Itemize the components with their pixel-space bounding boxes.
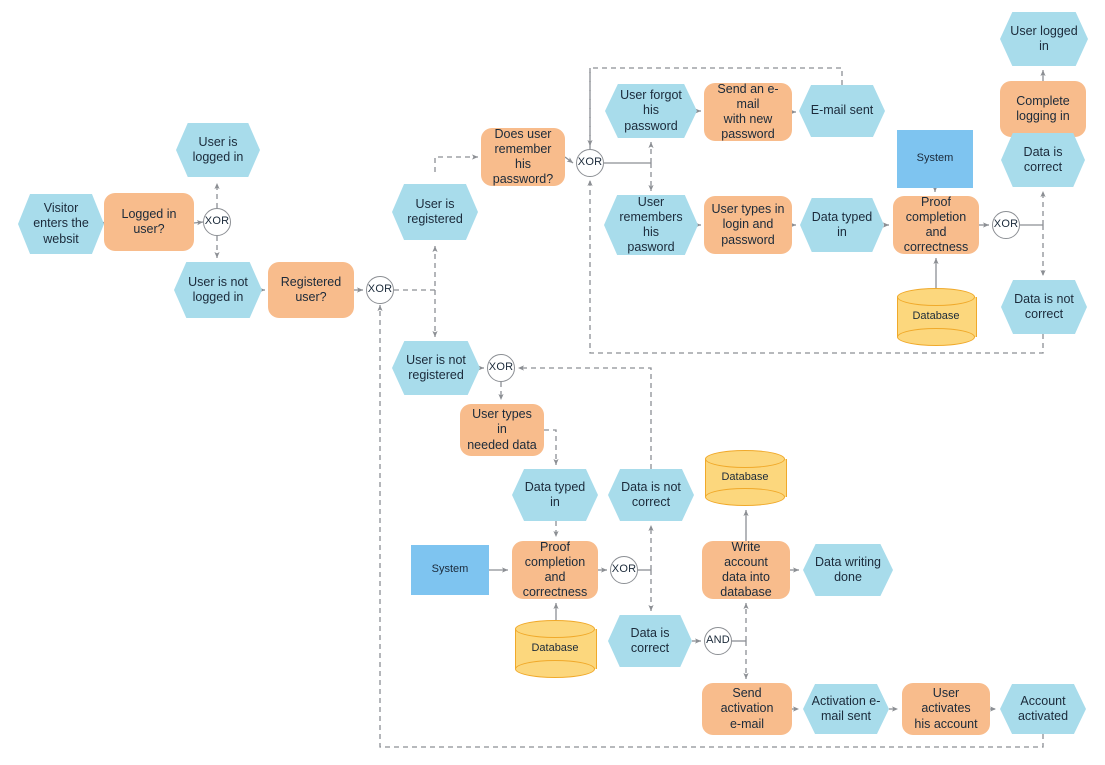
function-send-email-with-new-password[interactable]: Send an e-mail with new password: [704, 81, 792, 142]
node-label: Database: [531, 642, 579, 655]
node-label: User forgot his password: [620, 88, 682, 133]
node-label: User remembers his pasword: [619, 194, 683, 255]
connector-label: XOR: [204, 215, 230, 228]
node-label: User logged in: [1010, 23, 1078, 53]
connector-label: XOR: [577, 156, 603, 169]
node-label: System: [916, 152, 954, 165]
node-label: Send activation e-mail: [720, 686, 774, 731]
cylinder-bottom: [897, 328, 975, 346]
node-label: Write account data into database: [720, 539, 772, 600]
connector-xor-not-registered[interactable]: XOR: [487, 354, 515, 382]
cylinder-top: [897, 288, 975, 306]
node-label: Data is not correct: [621, 479, 681, 509]
node-label: Proof completion and correctness: [903, 194, 969, 255]
node-label: Proof completion and correctness: [522, 539, 588, 600]
node-label: Data is not correct: [1014, 291, 1074, 321]
event-activation-email-sent[interactable]: Activation e- mail sent: [803, 684, 889, 734]
node-label: Logged in user?: [121, 206, 177, 236]
function-user-activates-his-account[interactable]: User activates his account: [902, 683, 990, 735]
epc-diagram-canvas: Visitor enters the websit Logged in user…: [0, 0, 1105, 765]
event-user-is-not-registered[interactable]: User is not registered: [392, 341, 480, 395]
node-label: Account activated: [1017, 693, 1069, 723]
connector-label: XOR: [611, 563, 637, 576]
function-send-activation-email[interactable]: Send activation e-mail: [702, 683, 792, 735]
node-label: Database: [912, 310, 960, 323]
node-label: User activates his account: [914, 686, 978, 731]
cylinder-bottom: [515, 660, 595, 678]
node-label: User is not registered: [406, 352, 466, 382]
event-user-logged-in[interactable]: User logged in: [1000, 12, 1088, 66]
node-label: Registered user?: [280, 274, 342, 304]
node-label: User is logged in: [192, 134, 244, 164]
event-data-is-correct-login[interactable]: Data is correct: [1001, 133, 1085, 187]
node-label: User is registered: [407, 196, 463, 226]
connector-xor-registered[interactable]: XOR: [366, 276, 394, 304]
event-user-forgot-password[interactable]: User forgot his password: [605, 84, 697, 138]
event-user-is-logged-in[interactable]: User is logged in: [176, 123, 260, 177]
cylinder-top: [515, 620, 595, 638]
database-account-store[interactable]: Database: [705, 450, 787, 506]
event-email-sent[interactable]: E-mail sent: [799, 85, 885, 137]
function-user-types-login-and-password[interactable]: User types in login and password: [704, 196, 792, 254]
node-label: Database: [721, 471, 769, 484]
event-user-is-registered[interactable]: User is registered: [392, 184, 478, 240]
database-login[interactable]: Database: [897, 288, 977, 346]
event-user-remembers-password[interactable]: User remembers his pasword: [604, 195, 698, 255]
connector-xor-proof-login[interactable]: XOR: [992, 211, 1020, 239]
connector-xor-proof-registration[interactable]: XOR: [610, 556, 638, 584]
event-data-typed-in-registration[interactable]: Data typed in: [512, 469, 598, 521]
event-user-is-not-logged-in[interactable]: User is not logged in: [174, 262, 262, 318]
function-proof-completion-correctness-login[interactable]: Proof completion and correctness: [893, 194, 979, 255]
node-label: User is not logged in: [188, 274, 248, 304]
event-data-is-correct-registration[interactable]: Data is correct: [608, 615, 692, 667]
node-label: Send an e-mail with new password: [717, 81, 779, 142]
node-label: Complete logging in: [1016, 93, 1070, 123]
connector-xor-login[interactable]: XOR: [203, 208, 231, 236]
connector-and-gate[interactable]: AND: [704, 627, 732, 655]
node-label: Data typed in: [811, 209, 873, 239]
node-label: Does user remember his password?: [492, 126, 554, 187]
event-account-activated[interactable]: Account activated: [1000, 684, 1086, 734]
system-unit-login[interactable]: System: [897, 130, 973, 188]
event-data-is-not-correct-login[interactable]: Data is not correct: [1001, 280, 1087, 334]
function-write-account-data-into-database[interactable]: Write account data into database: [702, 539, 790, 600]
system-unit-registration[interactable]: System: [411, 545, 489, 595]
function-user-types-in-needed-data[interactable]: User types in needed data: [460, 404, 544, 456]
node-label: Data is correct: [1023, 144, 1063, 174]
connector-label: AND: [706, 634, 730, 647]
node-label: Visitor enters the websit: [33, 201, 89, 246]
event-data-typed-in-login[interactable]: Data typed in: [800, 198, 884, 252]
node-label: User types in needed data: [467, 407, 537, 452]
function-registered-user[interactable]: Registered user?: [268, 262, 354, 318]
connector-xor-remember-password[interactable]: XOR: [576, 149, 604, 177]
function-does-user-remember-password[interactable]: Does user remember his password?: [481, 126, 565, 187]
event-data-is-not-correct-registration[interactable]: Data is not correct: [608, 469, 694, 521]
event-visitor-enters-website[interactable]: Visitor enters the websit: [18, 194, 104, 254]
node-label: Data writing done: [815, 554, 881, 584]
event-data-writing-done[interactable]: Data writing done: [803, 544, 893, 596]
connector-label: XOR: [488, 361, 514, 374]
node-label: Activation e- mail sent: [811, 693, 881, 723]
node-label: E-mail sent: [810, 103, 874, 118]
database-registration[interactable]: Database: [515, 620, 597, 678]
function-proof-completion-correctness-registration[interactable]: Proof completion and correctness: [512, 539, 598, 600]
connector-label: XOR: [367, 283, 393, 296]
cylinder-bottom: [705, 488, 785, 506]
connector-label: XOR: [993, 218, 1019, 231]
function-complete-logging-in[interactable]: Complete logging in: [1000, 81, 1086, 137]
node-label: Data typed in: [524, 479, 586, 509]
node-label: Data is correct: [630, 625, 670, 655]
function-logged-in-user[interactable]: Logged in user?: [104, 193, 194, 251]
node-label: User types in login and password: [711, 202, 785, 247]
cylinder-top: [705, 450, 785, 468]
node-label: System: [431, 563, 469, 576]
